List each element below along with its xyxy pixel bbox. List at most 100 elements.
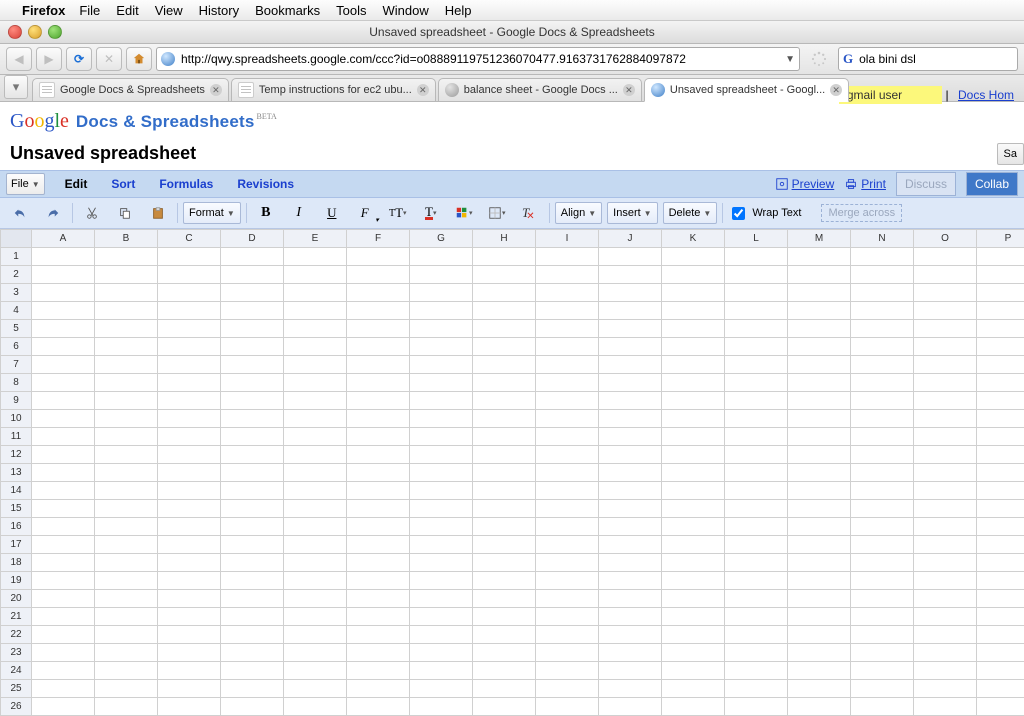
cell[interactable] bbox=[662, 464, 725, 482]
cell[interactable] bbox=[410, 464, 473, 482]
cell[interactable] bbox=[410, 500, 473, 518]
fill-color-button[interactable]: ▾ bbox=[450, 202, 478, 224]
cell[interactable] bbox=[158, 392, 221, 410]
cell[interactable] bbox=[284, 680, 347, 698]
cell[interactable] bbox=[221, 518, 284, 536]
cell[interactable] bbox=[221, 248, 284, 266]
cell[interactable] bbox=[221, 680, 284, 698]
cell[interactable] bbox=[599, 518, 662, 536]
cell[interactable] bbox=[725, 536, 788, 554]
cell[interactable] bbox=[851, 464, 914, 482]
menu-window[interactable]: Window bbox=[383, 3, 429, 18]
cell[interactable] bbox=[221, 698, 284, 716]
cell[interactable] bbox=[914, 626, 977, 644]
cell[interactable] bbox=[95, 284, 158, 302]
cell[interactable] bbox=[158, 248, 221, 266]
cell[interactable] bbox=[536, 482, 599, 500]
cell[interactable] bbox=[977, 698, 1024, 716]
cell[interactable] bbox=[725, 338, 788, 356]
cell[interactable] bbox=[221, 302, 284, 320]
cell[interactable] bbox=[725, 356, 788, 374]
cell[interactable] bbox=[662, 410, 725, 428]
url-input[interactable] bbox=[179, 51, 781, 67]
cell[interactable] bbox=[914, 320, 977, 338]
cell[interactable] bbox=[158, 518, 221, 536]
cell[interactable] bbox=[599, 464, 662, 482]
cell[interactable] bbox=[725, 662, 788, 680]
cut-button[interactable] bbox=[78, 202, 106, 224]
cell[interactable] bbox=[32, 572, 95, 590]
cell[interactable] bbox=[32, 374, 95, 392]
cell[interactable] bbox=[284, 572, 347, 590]
tab-revisions[interactable]: Revisions bbox=[225, 172, 306, 196]
row-header[interactable]: 1 bbox=[1, 248, 32, 266]
cell[interactable] bbox=[977, 644, 1024, 662]
cell[interactable] bbox=[32, 608, 95, 626]
cell[interactable] bbox=[725, 392, 788, 410]
cell[interactable] bbox=[284, 374, 347, 392]
column-header[interactable]: G bbox=[410, 230, 473, 248]
cell[interactable] bbox=[725, 248, 788, 266]
cell[interactable] bbox=[95, 374, 158, 392]
column-header[interactable]: P bbox=[977, 230, 1024, 248]
column-header[interactable]: F bbox=[347, 230, 410, 248]
cell[interactable] bbox=[599, 482, 662, 500]
cell[interactable] bbox=[32, 698, 95, 716]
search-input[interactable] bbox=[857, 51, 1016, 67]
row-header[interactable]: 18 bbox=[1, 554, 32, 572]
cell[interactable] bbox=[95, 248, 158, 266]
cell[interactable] bbox=[284, 356, 347, 374]
cell[interactable] bbox=[977, 374, 1024, 392]
cell[interactable] bbox=[914, 338, 977, 356]
cell[interactable] bbox=[347, 464, 410, 482]
cell[interactable] bbox=[221, 662, 284, 680]
cell[interactable] bbox=[725, 518, 788, 536]
cell[interactable] bbox=[473, 284, 536, 302]
cell[interactable] bbox=[410, 554, 473, 572]
cell[interactable] bbox=[788, 356, 851, 374]
cell[interactable] bbox=[32, 266, 95, 284]
cell[interactable] bbox=[914, 410, 977, 428]
new-tab-button[interactable]: ▾ bbox=[4, 75, 28, 99]
cell[interactable] bbox=[536, 266, 599, 284]
row-header[interactable]: 13 bbox=[1, 464, 32, 482]
tab-close-button[interactable]: ✕ bbox=[417, 84, 429, 96]
cell[interactable] bbox=[599, 284, 662, 302]
cell[interactable] bbox=[536, 410, 599, 428]
cell[interactable] bbox=[221, 554, 284, 572]
cell[interactable] bbox=[410, 446, 473, 464]
cell[interactable] bbox=[725, 572, 788, 590]
underline-button[interactable]: U bbox=[318, 202, 346, 224]
cell[interactable] bbox=[284, 428, 347, 446]
cell[interactable] bbox=[284, 590, 347, 608]
cell[interactable] bbox=[599, 500, 662, 518]
row-header[interactable]: 12 bbox=[1, 446, 32, 464]
cell[interactable] bbox=[347, 482, 410, 500]
cell[interactable] bbox=[410, 698, 473, 716]
cell[interactable] bbox=[914, 680, 977, 698]
cell[interactable] bbox=[95, 356, 158, 374]
font-size-button[interactable]: TT▾ bbox=[384, 202, 412, 224]
cell[interactable] bbox=[410, 338, 473, 356]
cell[interactable] bbox=[977, 356, 1024, 374]
cell[interactable] bbox=[536, 302, 599, 320]
cell[interactable] bbox=[158, 536, 221, 554]
cell[interactable] bbox=[32, 626, 95, 644]
cell[interactable] bbox=[662, 266, 725, 284]
cell[interactable] bbox=[788, 266, 851, 284]
cell[interactable] bbox=[158, 338, 221, 356]
cell[interactable] bbox=[914, 302, 977, 320]
cell[interactable] bbox=[914, 662, 977, 680]
cell[interactable] bbox=[347, 644, 410, 662]
cell[interactable] bbox=[221, 410, 284, 428]
cell[interactable] bbox=[662, 536, 725, 554]
cell[interactable] bbox=[158, 302, 221, 320]
cell[interactable] bbox=[32, 356, 95, 374]
cell[interactable] bbox=[599, 644, 662, 662]
cell[interactable] bbox=[95, 500, 158, 518]
cell[interactable] bbox=[347, 356, 410, 374]
cell[interactable] bbox=[95, 554, 158, 572]
tab-edit[interactable]: Edit bbox=[53, 172, 100, 196]
spreadsheet-grid[interactable]: ABCDEFGHIJKLMNOP123456789101112131415161… bbox=[0, 229, 1024, 716]
cell[interactable] bbox=[95, 464, 158, 482]
